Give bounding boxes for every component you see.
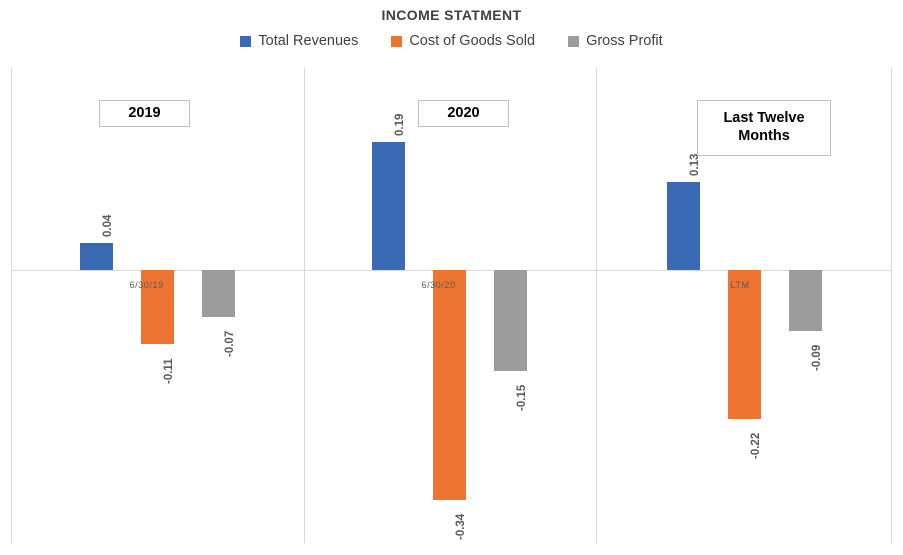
axis-left-border: [11, 68, 12, 543]
bar-cost-of-goods-sold-LTM[interactable]: [728, 270, 761, 419]
data-label-cost-of-goods-sold-6/30/20: -0.34: [454, 513, 467, 540]
data-label-cost-of-goods-sold-6/30/19: -0.11: [162, 358, 175, 385]
legend-item-cost-of-goods-sold[interactable]: Cost of Goods Sold: [391, 34, 535, 49]
data-label-total-revenues-LTM: 0.13: [688, 153, 701, 177]
income-statement-chart: INCOME STATMENT Total Revenues Cost of G…: [0, 0, 903, 555]
bar-gross-profit-LTM[interactable]: [789, 270, 822, 331]
category-label-LTM: LTM: [730, 280, 750, 290]
bar-total-revenues-LTM[interactable]: [667, 182, 700, 270]
data-label-total-revenues-6/30/19: 0.04: [101, 214, 114, 237]
group-title-box-last-twelve-months: Last Twelve Months: [697, 100, 831, 156]
bar-cost-of-goods-sold-6/30/20[interactable]: [433, 270, 466, 500]
data-label-gross-profit-6/30/19: -0.07: [223, 331, 236, 358]
group-title-box-2020: 2020: [418, 100, 509, 127]
legend-item-gross-profit[interactable]: Gross Profit: [568, 34, 663, 49]
legend-item-total-revenues[interactable]: Total Revenues: [240, 34, 358, 49]
legend-swatch-total-revenues: [240, 35, 252, 47]
legend-label-gross-profit: Gross Profit: [586, 33, 663, 49]
legend-swatch-cost-of-goods-sold: [391, 35, 403, 47]
group-title-box-2019: 2019: [99, 100, 190, 127]
bar-gross-profit-6/30/20[interactable]: [494, 270, 527, 372]
chart-legend: Total Revenues Cost of Goods Sold Gross …: [0, 34, 903, 49]
bar-total-revenues-6/30/20[interactable]: [372, 141, 405, 270]
legend-swatch-gross-profit: [568, 35, 580, 47]
data-label-cost-of-goods-sold-LTM: -0.22: [749, 432, 762, 459]
legend-label-cost-of-goods-sold: Cost of Goods Sold: [409, 33, 536, 49]
group-separator-2: [596, 68, 597, 543]
data-label-gross-profit-6/30/20: -0.15: [515, 385, 528, 412]
chart-title: INCOME STATMENT: [381, 7, 522, 23]
bar-gross-profit-6/30/19[interactable]: [202, 270, 235, 318]
axis-right-border: [891, 68, 892, 543]
legend-label-total-revenues: Total Revenues: [258, 33, 359, 49]
category-label-6-30-19: 6/30/19: [129, 280, 164, 290]
data-label-total-revenues-6/30/20: 0.19: [393, 113, 406, 136]
category-label-6-30-20: 6/30/20: [421, 280, 456, 290]
bar-total-revenues-6/30/19[interactable]: [80, 242, 113, 270]
data-label-gross-profit-LTM: -0.09: [810, 344, 823, 371]
group-separator-1: [304, 68, 305, 543]
